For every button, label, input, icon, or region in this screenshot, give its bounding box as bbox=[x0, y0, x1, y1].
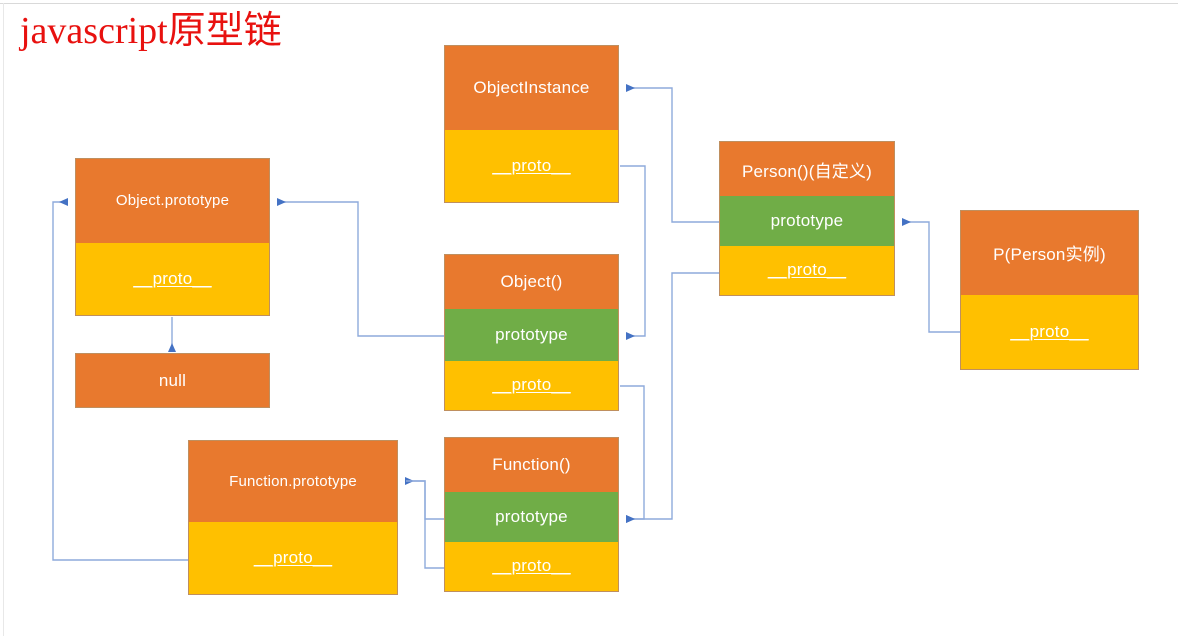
connector-function-prototype-seg-to-function-prototype-node bbox=[405, 477, 444, 520]
node-person-constructor-segment-1: prototype bbox=[720, 196, 894, 246]
connector-person-prototype-to-objectinstance bbox=[626, 84, 719, 223]
node-person-constructor[interactable]: Person()(自定义) prototype __proto__ bbox=[719, 141, 895, 296]
node-object-prototype[interactable]: Object.prototype __proto__ bbox=[75, 158, 270, 316]
connector-person-instance-proto-to-person-prototype bbox=[902, 218, 960, 333]
node-function-constructor-segment-2: __proto__ bbox=[445, 541, 618, 592]
node-person-constructor-segment-2: __proto__ bbox=[720, 245, 894, 296]
node-object-instance[interactable]: ObjectInstance __proto__ bbox=[444, 45, 619, 203]
page-top-divider bbox=[0, 3, 1178, 4]
page-left-divider bbox=[3, 3, 4, 636]
node-person-constructor-segment-0: Person()(自定义) bbox=[720, 142, 894, 197]
node-person-instance-segment-0: P(Person实例) bbox=[961, 211, 1138, 295]
connector-person-proto-to-function-prototype-seg bbox=[626, 272, 719, 523]
node-person-instance-segment-1: __proto__ bbox=[961, 294, 1138, 369]
node-null-node-segment-0: null bbox=[76, 354, 269, 407]
node-function-constructor[interactable]: Function() prototype __proto__ bbox=[444, 437, 619, 592]
node-object-instance-segment-1: __proto__ bbox=[445, 129, 618, 202]
node-function-constructor-segment-1: prototype bbox=[445, 492, 618, 542]
node-function-prototype[interactable]: Function.prototype __proto__ bbox=[188, 440, 398, 595]
node-function-prototype-segment-1: __proto__ bbox=[189, 521, 397, 594]
connector-function-proto-to-function-prototype-node bbox=[406, 480, 444, 569]
connector-objectinstance-proto-to-object-prototype bbox=[620, 165, 646, 340]
page-title: javascript原型链 bbox=[20, 10, 282, 52]
connector-object-prototype-seg-to-object-prototype-node bbox=[277, 198, 444, 337]
node-person-instance[interactable]: P(Person实例) __proto__ bbox=[960, 210, 1139, 370]
node-object-prototype-segment-1: __proto__ bbox=[76, 242, 269, 315]
node-null-node[interactable]: null bbox=[75, 353, 270, 408]
diagram-canvas: javascript原型链 ObjectInstance __proto__ Obj… bbox=[0, 0, 1178, 636]
connector-object-proto-to-function-prototype-seg bbox=[620, 385, 645, 523]
node-object-constructor-segment-2: __proto__ bbox=[445, 360, 618, 410]
node-object-constructor-segment-0: Object() bbox=[445, 255, 618, 310]
node-function-constructor-segment-0: Function() bbox=[445, 438, 618, 493]
node-object-prototype-segment-0: Object.prototype bbox=[76, 159, 269, 243]
node-object-constructor-segment-1: prototype bbox=[445, 309, 618, 361]
node-object-constructor[interactable]: Object() prototype __proto__ bbox=[444, 254, 619, 411]
node-function-prototype-segment-0: Function.prototype bbox=[189, 441, 397, 522]
node-object-instance-segment-0: ObjectInstance bbox=[445, 46, 618, 130]
